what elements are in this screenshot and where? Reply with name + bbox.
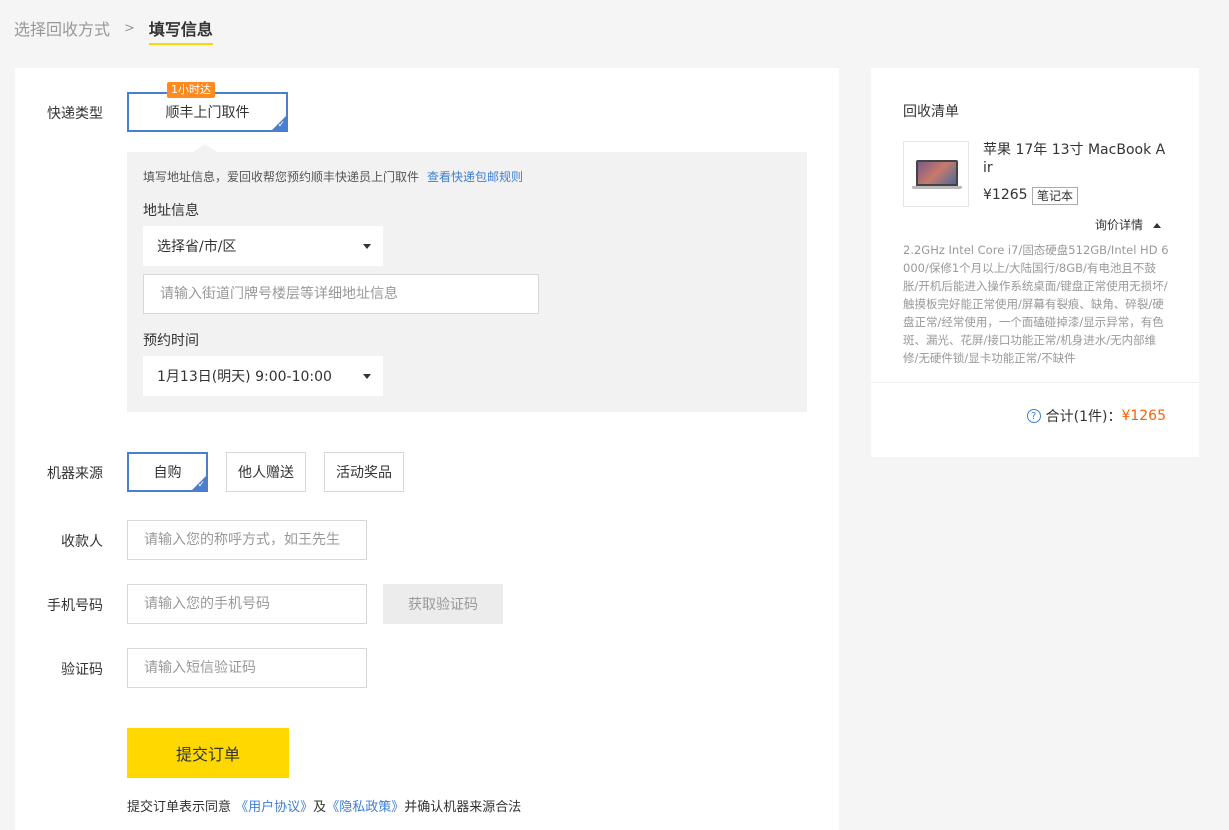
payee-label: 收款人 — [61, 534, 103, 550]
breadcrumb: 选择回收方式 > 填写信息 — [14, 16, 213, 45]
breadcrumb-step-fill-info: 填写信息 — [148, 16, 213, 45]
laptop-base-shape — [912, 186, 962, 189]
check-icon: ✓ — [197, 480, 205, 490]
panel-arrow — [193, 144, 217, 152]
recycle-list-card: 回收清单 苹果 17年 13寸 MacBook Air ¥1265 笔记本 询价… — [871, 68, 1199, 457]
source-option-label: 活动奖品 — [336, 465, 392, 481]
get-code-button[interactable]: 获取验证码 — [383, 584, 503, 624]
product-category-tag: 笔记本 — [1032, 187, 1079, 205]
submit-order-button[interactable]: 提交订单 — [127, 728, 289, 778]
source-option-self-purchase[interactable]: 自购 ✓ — [127, 452, 208, 492]
address-panel: 填写地址信息，爱回收帮您预约顺丰快递员上门取件 查看快递包邮规则 地址信息 选择省… — [127, 152, 807, 412]
user-agreement-link[interactable]: 《用户协议》 — [235, 800, 313, 815]
product-thumbnail — [903, 141, 969, 207]
phone-input[interactable] — [127, 584, 367, 624]
inquiry-details-label: 询价详情 — [1095, 218, 1144, 232]
recycle-list-title: 回收清单 — [903, 104, 959, 120]
payee-input[interactable] — [127, 520, 367, 560]
caret-down-icon — [363, 244, 371, 249]
source-option-gift[interactable]: 他人赠送 — [226, 452, 306, 492]
address-tip: 填写地址信息，爱回收帮您预约顺丰快递员上门取件 查看快递包邮规则 — [143, 168, 523, 185]
appointment-time-title: 预约时间 — [143, 333, 199, 349]
breadcrumb-separator: > — [124, 20, 135, 36]
region-select[interactable]: 选择省/市/区 — [143, 226, 383, 266]
order-form-card: 快递类型 顺丰上门取件 ✓ 1小时达 填写地址信息，爱回收帮您预约顺丰快递员上门… — [15, 68, 839, 830]
privacy-policy-link[interactable]: 《隐私政策》 — [326, 800, 404, 815]
total-amount: ¥1265 — [1121, 408, 1166, 424]
address-tip-text: 填写地址信息，爱回收帮您预约顺丰快递员上门取件 — [143, 170, 420, 184]
divider — [871, 382, 1199, 383]
caret-down-icon — [363, 374, 371, 379]
order-total: ? 合计(1件)： ¥1265 — [1026, 406, 1166, 426]
inquiry-details-toggle[interactable]: 询价详情 — [1095, 216, 1162, 233]
product-price: ¥1265 — [983, 187, 1028, 203]
express-option-sf-pickup[interactable]: 顺丰上门取件 ✓ — [127, 92, 288, 132]
check-icon: ✓ — [277, 120, 285, 130]
express-badge: 1小时达 — [167, 82, 215, 98]
product-name: 苹果 17年 13寸 MacBook Air — [983, 142, 1166, 176]
source-option-label: 自购 — [153, 465, 182, 481]
express-rules-link[interactable]: 查看快递包邮规则 — [427, 170, 523, 184]
verification-code-input[interactable] — [127, 648, 367, 688]
help-icon[interactable]: ? — [1026, 409, 1041, 423]
express-type-label: 快递类型 — [47, 106, 103, 122]
caret-up-icon — [1153, 223, 1162, 228]
code-label: 验证码 — [61, 662, 103, 678]
express-option-label: 顺丰上门取件 — [165, 105, 250, 121]
total-label: 合计(1件)： — [1045, 409, 1122, 425]
region-select-value: 选择省/市/区 — [157, 239, 237, 255]
phone-label: 手机号码 — [47, 598, 103, 614]
appointment-time-select[interactable]: 1月13日(明天) 9:00-10:00 — [143, 356, 383, 396]
source-option-label: 他人赠送 — [238, 465, 294, 481]
product-spec-text: 2.2GHz Intel Core i7/固态硬盘512GB/Intel HD … — [903, 243, 1169, 365]
street-address-input[interactable] — [143, 274, 539, 314]
breadcrumb-step-select-method[interactable]: 选择回收方式 — [14, 16, 110, 40]
source-option-prize[interactable]: 活动奖品 — [324, 452, 404, 492]
address-info-title: 地址信息 — [143, 203, 199, 219]
agreement-mid: 及 — [313, 800, 327, 815]
agreement-suffix: 并确认机器来源合法 — [404, 800, 522, 815]
appointment-time-value: 1月13日(明天) 9:00-10:00 — [157, 369, 332, 385]
laptop-icon — [916, 160, 958, 186]
agreement-text: 提交订单表示同意 《用户协议》及《隐私政策》并确认机器来源合法 — [127, 796, 521, 815]
machine-source-label: 机器来源 — [47, 466, 103, 482]
agreement-prefix: 提交订单表示同意 — [127, 800, 232, 815]
